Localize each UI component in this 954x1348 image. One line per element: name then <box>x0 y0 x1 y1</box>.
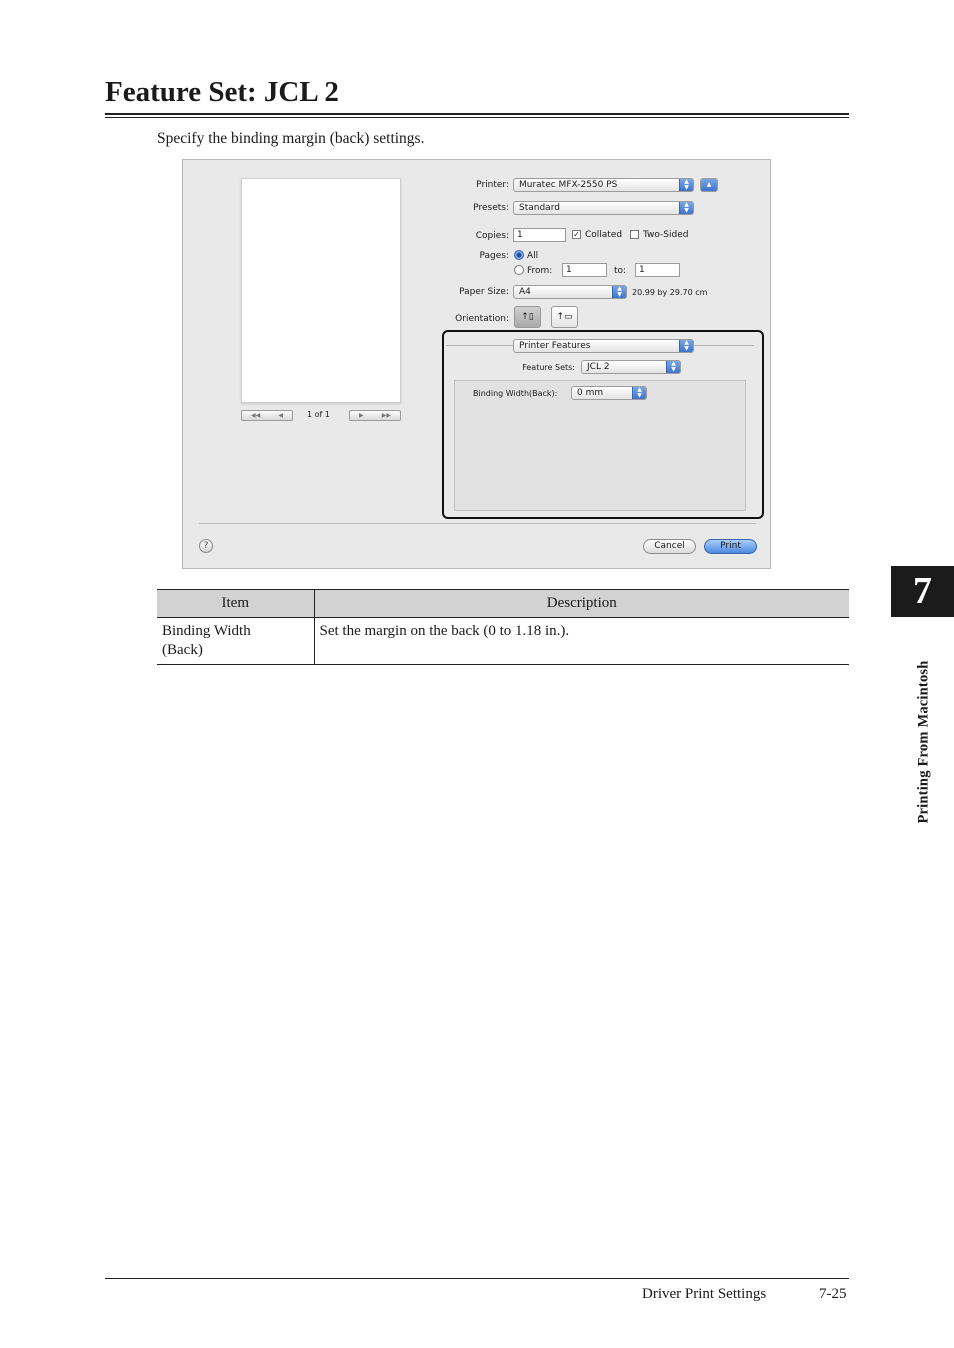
two-sided-label: Two-Sided <box>643 230 689 240</box>
item-line: Binding Width <box>162 623 251 639</box>
title-rule-thin <box>105 117 849 118</box>
chapter-tab: 7 <box>891 566 954 617</box>
popup-arrows-icon: ▲ ▼ <box>679 340 693 352</box>
popup-arrows-icon: ▲ ▼ <box>679 179 693 191</box>
orientation-label: Orientation: <box>455 314 509 324</box>
landscape-orientation-button[interactable]: ↑▭ <box>551 306 578 328</box>
table-cell-item: Binding Width (Back) <box>157 617 314 665</box>
presets-select[interactable]: Standard ▲ ▼ <box>513 201 694 215</box>
checkmark-icon: ✓ <box>573 230 580 239</box>
printer-select[interactable]: Muratec MFX-2550 PS ▲ ▼ <box>513 178 694 192</box>
print-button[interactable]: Print <box>704 539 757 554</box>
to-field[interactable]: 1 <box>635 263 680 277</box>
last-page-icon: ▶▶ <box>381 412 391 419</box>
question-mark-icon: ? <box>203 541 209 551</box>
cancel-button[interactable]: Cancel <box>643 539 696 554</box>
paper-dimensions: 20.99 by 29.70 cm <box>632 288 708 297</box>
pages-label: Pages: <box>479 251 509 261</box>
printer-label: Printer: <box>476 180 509 190</box>
pages-all-label: All <box>527 251 539 261</box>
footer-section-title: Driver Print Settings <box>642 1286 767 1302</box>
popup-arrows-icon: ▲ ▼ <box>632 387 646 399</box>
presets-value: Standard <box>519 203 560 213</box>
to-label: to: <box>614 266 627 276</box>
popup-arrows-icon: ▲ ▼ <box>612 286 626 298</box>
preview-forward-buttons[interactable]: ▶ ▶▶ <box>349 410 401 421</box>
bottom-separator <box>199 523 756 524</box>
print-dialog-screenshot: ◀◀ ◀ 1 of 1 ▶ ▶▶ Printer: Muratec MFX-2550… <box>182 159 771 569</box>
binding-width-label: Binding Width(Back): <box>473 389 558 398</box>
panel-value: Printer Features <box>519 341 591 351</box>
prev-page-icon: ◀ <box>278 412 283 419</box>
separator-left <box>446 345 513 346</box>
copies-label: Copies: <box>475 231 509 241</box>
first-page-icon: ◀◀ <box>251 412 261 419</box>
preview-back-buttons[interactable]: ◀◀ ◀ <box>241 410 293 421</box>
paper-size-label: Paper Size: <box>459 287 509 297</box>
pages-all-radio[interactable] <box>514 250 524 260</box>
expand-dialog-button[interactable]: ▲ <box>700 178 718 192</box>
portrait-orientation-button[interactable]: ↑▯ <box>514 306 541 328</box>
collated-label: Collated <box>585 230 623 240</box>
feature-sets-label: Feature Sets: <box>522 363 575 372</box>
page-indicator: 1 of 1 <box>307 410 330 419</box>
collated-checkbox[interactable]: ✓ <box>572 230 581 239</box>
intro-text: Specify the binding margin (back) settin… <box>157 130 425 147</box>
settings-table: Item Description Binding Width (Back) Set… <box>157 589 849 665</box>
next-page-icon: ▶ <box>359 412 364 419</box>
binding-width-value: 0 mm <box>577 388 604 398</box>
paper-size-value: A4 <box>519 287 531 297</box>
footer-page-number: 7-25 <box>819 1286 847 1302</box>
two-sided-checkbox[interactable] <box>630 230 639 239</box>
printer-value: Muratec MFX-2550 PS <box>519 180 618 190</box>
popup-arrows-icon: ▲ ▼ <box>679 202 693 214</box>
copies-field[interactable]: 1 <box>513 228 566 242</box>
separator-right <box>694 345 754 346</box>
page-title: Feature Set: JCL 2 <box>105 76 339 108</box>
panel-select[interactable]: Printer Features ▲ ▼ <box>513 339 694 353</box>
item-line: (Back) <box>162 642 203 658</box>
pages-from-radio[interactable] <box>514 265 524 275</box>
table-cell-description: Set the margin on the back (0 to 1.18 in… <box>313 617 849 665</box>
side-chapter-label: Printing From Macintosh <box>915 660 932 824</box>
table-header-row: Item Description <box>157 589 849 618</box>
page-preview <box>241 178 401 403</box>
table-row: Binding Width (Back) Set the margin on th… <box>157 617 849 665</box>
help-button[interactable]: ? <box>199 539 213 553</box>
popup-arrows-icon: ▲ ▼ <box>666 361 680 373</box>
presets-label: Presets: <box>473 203 509 213</box>
table-header: Item <box>157 589 314 618</box>
disclosure-up-icon: ▲ <box>701 179 717 191</box>
pages-from-label: From: <box>527 266 553 276</box>
paper-size-select[interactable]: A4 ▲ ▼ <box>513 285 627 299</box>
feature-sets-value: JCL 2 <box>587 362 610 372</box>
footer-rule <box>105 1278 849 1279</box>
portrait-icon: ↑▯ <box>521 312 534 322</box>
feature-sets-select[interactable]: JCL 2 ▲ ▼ <box>581 360 681 374</box>
from-field[interactable]: 1 <box>562 263 607 277</box>
landscape-icon: ↑▭ <box>556 312 573 322</box>
title-rule <box>105 113 849 115</box>
table-header: Description <box>313 589 849 618</box>
binding-width-select[interactable]: 0 mm ▲ ▼ <box>571 386 647 400</box>
